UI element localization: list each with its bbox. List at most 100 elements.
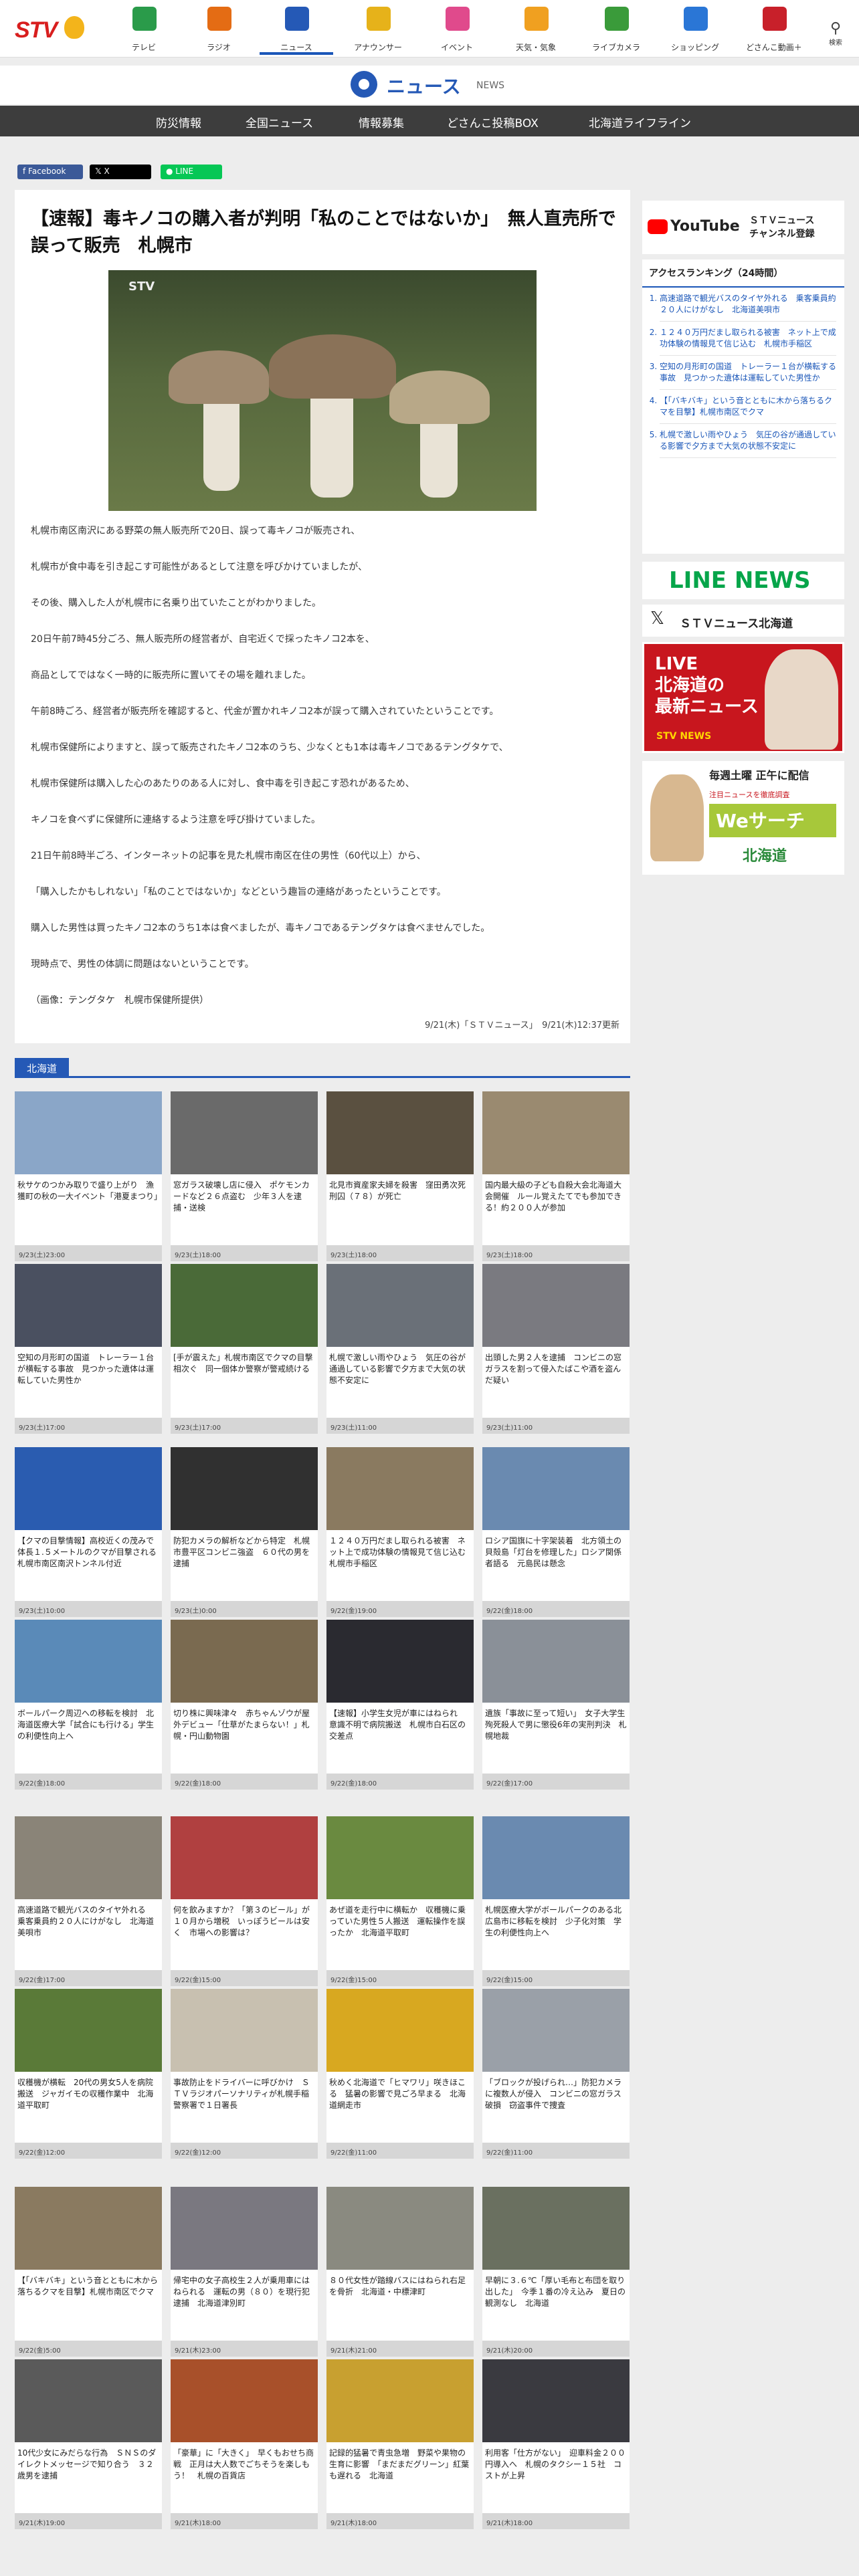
nav-item-3[interactable]: アナウンサー xyxy=(341,3,415,55)
x-account-banner[interactable]: 𝕏 ＳＴＶニュース北海道 xyxy=(642,605,844,637)
stv-logo-text: STV xyxy=(15,17,58,43)
news-card[interactable]: 【クマの目撃情報】高校近くの茂みで体長１.５メートルのクマが目撃される 札幌市南… xyxy=(15,1447,162,1617)
news-card[interactable]: 切り株に興味津々 赤ちゃんゾウが屋外デビュー「仕草がたまらない！」札幌・円山動物… xyxy=(171,1620,318,1790)
news-card[interactable]: 何を飲みますか？「第３のビール」が１０月から増税 いっぽうビールは安く 市場への… xyxy=(171,1816,318,1986)
stv-logo[interactable]: STV xyxy=(15,15,88,45)
news-card[interactable]: 【「バキバキ」という音とともに木から落ちるクマを目撃】札幌市南区でクマ 9/22(… xyxy=(15,2187,162,2357)
nav-item-5[interactable]: 天気・気象 xyxy=(499,3,573,55)
news-card[interactable]: 記録的猛暑で青虫急増 野菜や果物の生育に影響 「まだまだグリーン」紅葉も遅れる … xyxy=(326,2359,474,2529)
news-card-date: 9/22(金)18:00 xyxy=(171,1774,318,1790)
news-thumbnail xyxy=(326,2187,474,2270)
ranking-item[interactable]: 空知の月形町の国道 トレーラー１台が横転する事故 見つかった遺体は運転していた男… xyxy=(660,356,836,390)
line-news-logo: LINE NEWS xyxy=(669,567,811,594)
article-paragraph: 「購入したかもしれない」「私のことではないか」などという趣旨の連絡があったという… xyxy=(31,887,446,897)
news-card-date: 9/23(土)18:00 xyxy=(171,1245,318,1261)
news-card[interactable]: １２４０万円だまし取られる被害 ネット上で成功体験の情報見て信じ込む 札幌市手稲… xyxy=(326,1447,474,1617)
subnav-lifeline[interactable]: 北海道ライフライン xyxy=(589,114,691,130)
news-card[interactable]: 窓ガラス破壊し店に侵入 ポケモンカードなど２６点盗む 少年３人を逮捕・送検 9/2… xyxy=(171,1091,318,1261)
news-card[interactable]: 事故防止をドライバーに呼びかけ ＳＴＶラジオパーソナリティが札幌手稲警察署で１日… xyxy=(171,1989,318,2159)
section-title[interactable]: 北海道 xyxy=(15,1058,70,1078)
news-card[interactable]: 「豪華」に「大きく」 早くもおせち商戦 正月は大人数でごちそうを楽しもう！ 札幌… xyxy=(171,2359,318,2529)
news-card[interactable]: 早朝に３.６℃「厚い毛布と布団を取り出した」 今季１番の冷え込み 夏日の観測なし… xyxy=(482,2187,630,2357)
news-thumbnail xyxy=(482,1447,630,1530)
line-share-button[interactable]: ● LINE xyxy=(161,165,222,179)
line-news-banner[interactable]: LINE NEWS xyxy=(642,562,844,599)
ranking-item[interactable]: 高速道路で観光バスのタイヤ外れる 乗客乗員約２０人にけがなし 北海道美唄市 xyxy=(660,288,836,322)
news-card[interactable]: あぜ道を走行中に横転か 収穫機に乗っていた男性５人搬送 運転操作を誤ったか 北海… xyxy=(326,1816,474,1986)
news-card[interactable]: ロシア国旗に十字架装着 北方領土の貝殻島「灯台を修理した」ロシア関係者語る 元島… xyxy=(482,1447,630,1617)
news-card[interactable]: 秋めく北海道で「ヒマワリ」咲きほこる 猛暑の影響で見ごろ早まる 北海道網走市 9/… xyxy=(326,1989,474,2159)
news-card-title: 【速報】小学生女児が車にはねられ 意識不明で病院搬送 札幌市白石区の交差点 xyxy=(329,1709,466,1741)
news-card-date: 9/21(木)19:00 xyxy=(15,2513,162,2529)
news-thumbnail xyxy=(482,1989,630,2072)
news-card[interactable]: 遺族「事故に至って短い」 女子大学生殉死殺人で男に懲役6年の実刑判決 札幌地裁 9… xyxy=(482,1620,630,1790)
news-card-date: 9/23(土)23:00 xyxy=(15,1245,162,1261)
news-card[interactable]: ８０代女性が踏線バスにはねられ右足を骨折 北海道・中標津町 9/21(木)21:0… xyxy=(326,2187,474,2357)
news-card[interactable]: 防犯カメラの解析などから特定 札幌市豊平区コンビニ強盗 ６０代の男を逮捕 9/23… xyxy=(171,1447,318,1617)
subnav-toko-box[interactable]: どさんこ投稿BOX xyxy=(447,114,539,130)
news-card-title: 収穫機が横転 20代の男女5人を病院搬送 ジャガイモの収穫作業中 北海道平取町 xyxy=(17,2078,154,2110)
news-card[interactable]: [手が震えた」札幌市南区でクマの目撃相次ぐ 同一個体か警察が警戒続ける 9/23(… xyxy=(171,1264,318,1434)
nav-label: テレビ xyxy=(131,43,156,52)
news-card-title: あぜ道を走行中に横転か 収穫機に乗っていた男性５人搬送 運転操作を誤ったか 北海… xyxy=(329,1905,466,1937)
ranking-item[interactable]: 札幌で激しい雨やひょう 気圧の谷が通過している影響で夕方まで大気の状態不安定に xyxy=(660,424,836,458)
news-card[interactable]: 利用客「仕方がない」 迎車料金２００円導入へ 札幌のタクシー１５社 コストが上昇… xyxy=(482,2359,630,2529)
news-card[interactable]: 「ブロックが投げられ…」防犯カメラに複数人が侵入 コンビニの窓ガラス破損 窃盗事… xyxy=(482,1989,630,2159)
news-subtitle: NEWS xyxy=(476,80,505,91)
nav-label: ニュース xyxy=(280,43,312,52)
nav-item-0[interactable]: テレビ xyxy=(107,3,181,55)
news-card-date: 9/22(金)5:00 xyxy=(15,2341,162,2357)
news-card-title: 北見市資産家夫婦を殺害 窪田勇次死刑囚（７８）が死亡 xyxy=(329,1180,466,1201)
nav-item-8[interactable]: どさんこ動画＋ xyxy=(737,3,811,55)
youtube-banner[interactable]: YouTube ＳＴＶニュース チャンネル登録 xyxy=(642,201,844,254)
news-thumbnail xyxy=(482,1620,630,1703)
news-card-date: 9/22(金)12:00 xyxy=(171,2143,318,2159)
nav-label: ラジオ xyxy=(207,43,231,52)
facebook-share-button[interactable]: f Facebook xyxy=(17,165,83,179)
nav-item-2[interactable]: ニュース xyxy=(260,3,333,55)
nav-item-4[interactable]: イベント xyxy=(420,3,494,55)
news-card[interactable]: 帰宅中の女子高校生２人が乗用車にはねられる 運転の男（８０）を現行犯逮捕 北海道… xyxy=(171,2187,318,2357)
news-card[interactable]: 秋サケのつかみ取りで盛り上がり 漁獲町の秋の一大イベント「港夏まつり」 9/23(… xyxy=(15,1091,162,1261)
ranking-item[interactable]: 【「バキバキ」という音とともに木から落ちるクマを目撃】札幌市南区でクマ xyxy=(660,390,836,424)
news-card[interactable]: 10代少女にみだらな行為 ＳＮＳのダイレクトメッセージで知り合う ３２歳男を逮捕… xyxy=(15,2359,162,2529)
news-card[interactable]: 高速道路で観光バスのタイヤ外れる 乗客乗員約２０人にけがなし 北海道美唄市 9/2… xyxy=(15,1816,162,1986)
subnav-bousai[interactable]: 防災情報 xyxy=(156,114,201,130)
nav-item-1[interactable]: ラジオ xyxy=(182,3,256,55)
news-card[interactable]: 札幌医療大学がボールパークのある北広島市に移転を検討 少子化対策 学生の利便性向… xyxy=(482,1816,630,1986)
news-card[interactable]: ボールパーク周辺への移転を検討 北海道医療大学「試合にも行ける」学生の利便性向上… xyxy=(15,1620,162,1790)
news-card[interactable]: 【速報】小学生女児が車にはねられ 意識不明で病院搬送 札幌市白石区の交差点 9/2… xyxy=(326,1620,474,1790)
news-thumbnail xyxy=(171,1620,318,1703)
live-news-banner[interactable]: LIVE 北海道の 最新ニュース STV NEWS xyxy=(642,642,844,753)
nav-item-6[interactable]: ライブカメラ xyxy=(579,3,653,55)
news-card[interactable]: 国内最大級の子ども自殺大会北海道大会開催 ルール覚えたてでも参加できる！約２００… xyxy=(482,1091,630,1261)
facebook-label: Facebook xyxy=(28,167,66,176)
news-card-date: 9/22(金)11:00 xyxy=(482,2143,630,2159)
search-button[interactable]: ⚲ 検索 xyxy=(824,20,847,51)
news-thumbnail xyxy=(15,1091,162,1174)
news-card-title: 出頭した男２人を逮捕 コンビニの窓ガラスを割って侵入たばこや酒を盗んだ疑い xyxy=(485,1353,622,1385)
news-card[interactable]: 出頭した男２人を逮捕 コンビニの窓ガラスを割って侵入たばこや酒を盗んだ疑い 9/2… xyxy=(482,1264,630,1434)
x-share-button[interactable]: 𝕏 X xyxy=(90,165,151,179)
x-account-name: ＳＴＶニュース北海道 xyxy=(680,617,793,631)
news-card-title: 切り株に興味津々 赤ちゃんゾウが屋外デビュー「仕草がたまらない！」札幌・円山動物… xyxy=(173,1709,310,1741)
nav-item-7[interactable]: ショッピング xyxy=(658,3,732,55)
photo-watermark: STV xyxy=(128,280,155,294)
ranking-item[interactable]: １２４０万円だまし取られる被害 ネット上で成功体験の情報見て信じ込む 札幌市手稲… xyxy=(660,322,836,356)
news-card[interactable]: 札幌で激しい雨やひょう 気圧の谷が通過している影響で夕方まで大気の状態不安定に 9… xyxy=(326,1264,474,1434)
youtube-channel-text: ＳＴＶニュース チャンネル登録 xyxy=(749,215,815,239)
subnav-joho[interactable]: 情報募集 xyxy=(359,114,404,130)
news-card[interactable]: 収穫機が横転 20代の男女5人を病院搬送 ジャガイモの収穫作業中 北海道平取町 9… xyxy=(15,1989,162,2159)
news-card-date: 9/23(土)17:00 xyxy=(15,1418,162,1434)
news-card-date: 9/21(木)18:00 xyxy=(326,2513,474,2529)
news-thumbnail xyxy=(171,1091,318,1174)
presenter-photo xyxy=(765,649,838,750)
news-card-title: 早朝に３.６℃「厚い毛布と布団を取り出した」 今季１番の冷え込み 夏日の観測なし… xyxy=(485,2276,626,2308)
wesearch-banner[interactable]: 毎週土曜 正午に配信 注目ニュースを徹底調査 Weサーチ 北海道 xyxy=(642,761,844,875)
news-card-date: 9/22(金)17:00 xyxy=(482,1774,630,1790)
news-card[interactable]: 空知の月形町の国道 トレーラー１台が横転する事故 見つかった遺体は運転していた男… xyxy=(15,1264,162,1434)
news-card[interactable]: 北見市資産家夫婦を殺害 窪田勇次死刑囚（７８）が死亡 9/23(土)18:00 xyxy=(326,1091,474,1261)
article-meta: 9/21(木)「ＳＴＶニュース」 9/21(木)12:37更新 xyxy=(425,1021,619,1031)
subnav-zenkoku[interactable]: 全国ニュース xyxy=(246,114,313,130)
search-icon: ⚲ xyxy=(830,20,842,37)
